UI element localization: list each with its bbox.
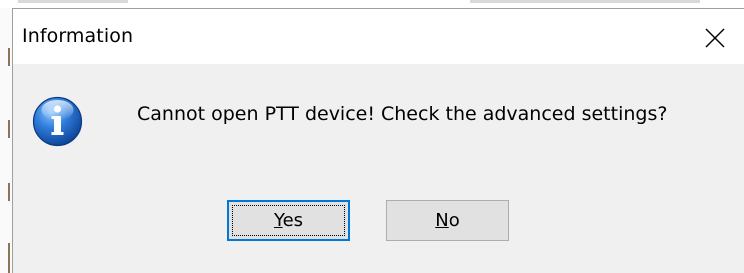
yes-label-rest: es (282, 210, 304, 231)
background-window-edge (0, 0, 744, 8)
no-button-label: No (435, 210, 459, 231)
close-icon-glyph (705, 28, 725, 48)
yes-button[interactable]: Yes (227, 200, 350, 241)
background-mark (8, 243, 10, 273)
close-icon[interactable] (703, 26, 727, 50)
dialog-content: Cannot open PTT device! Check the advanc… (13, 64, 744, 273)
background-text-fragment (18, 0, 128, 3)
dialog-message: Cannot open PTT device! Check the advanc… (137, 103, 668, 125)
background-window-left-edge (0, 8, 12, 273)
background-text-fragment (470, 0, 700, 3)
background-mark (8, 120, 10, 138)
yes-button-label: Yes (274, 210, 303, 231)
background-mark (8, 48, 10, 66)
no-mnemonic: N (435, 210, 449, 231)
background-mark (8, 183, 10, 201)
dialog-titlebar[interactable]: Information (13, 9, 744, 64)
dialog-title: Information (22, 25, 134, 47)
information-icon (32, 96, 83, 147)
no-label-rest: o (448, 210, 460, 231)
information-dialog: Information Cannot open PTT device! Chec… (12, 8, 744, 273)
no-button[interactable]: No (386, 200, 509, 241)
yes-mnemonic: Y (273, 210, 283, 231)
